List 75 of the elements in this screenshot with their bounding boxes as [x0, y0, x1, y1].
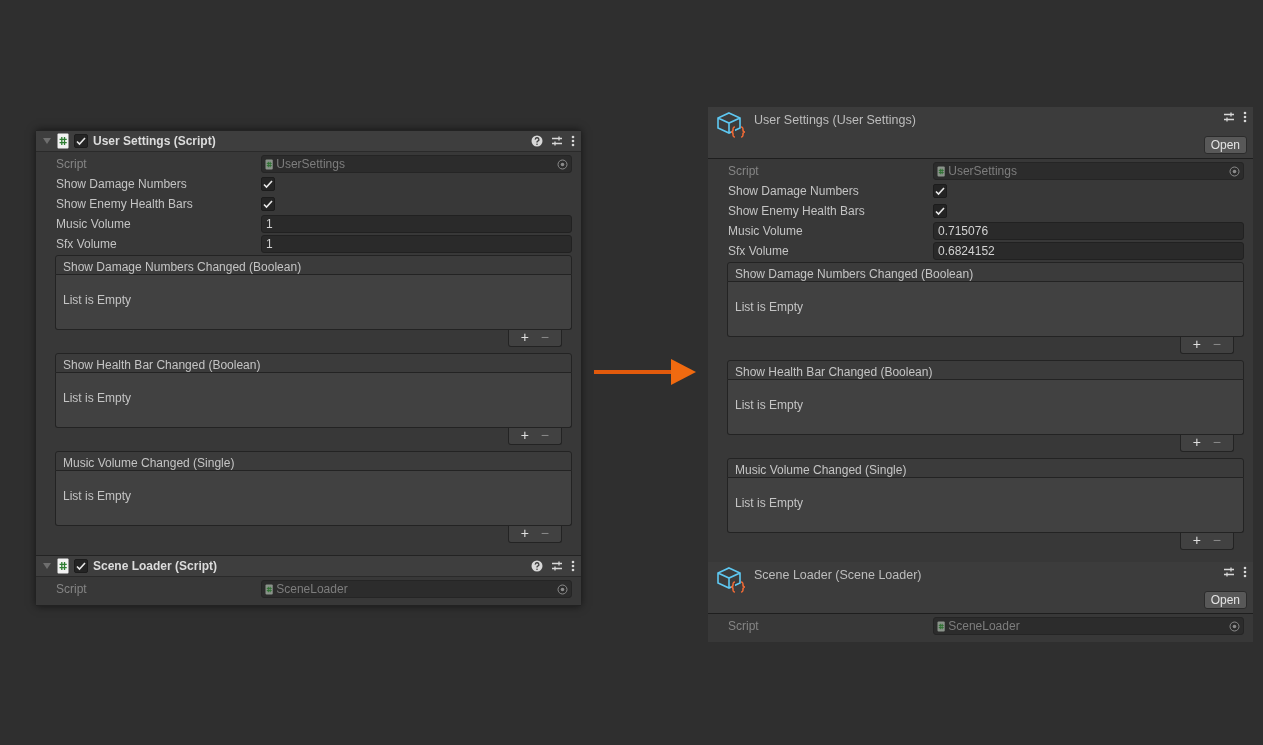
add-button[interactable]: +	[516, 526, 533, 541]
more-options-icon[interactable]	[571, 560, 575, 572]
field-value: SceneLoader	[276, 581, 349, 598]
field-label: Music Volume	[728, 223, 804, 240]
script-file-icon	[265, 158, 274, 170]
right-arrow-icon	[593, 357, 696, 387]
empty-list-text: List is Empty	[735, 496, 803, 510]
add-button[interactable]: +	[1188, 337, 1205, 352]
script-file-icon	[937, 165, 946, 177]
cube-braces-icon	[716, 111, 746, 141]
field-label: Script	[728, 618, 760, 635]
event-header: Music Volume Changed (Single)	[55, 451, 572, 471]
enable-checkbox[interactable]	[74, 134, 88, 148]
add-button[interactable]: +	[516, 428, 533, 443]
number-field[interactable]: 1	[261, 215, 572, 233]
field-label: Script	[56, 581, 88, 598]
empty-list-text: List is Empty	[735, 398, 803, 412]
event-header: Show Health Bar Changed (Boolean)	[55, 353, 572, 373]
field-label: Music Volume	[56, 216, 132, 233]
field-label: Show Damage Numbers	[728, 183, 860, 200]
open-button[interactable]: Open	[1203, 591, 1247, 609]
remove-button[interactable]: −	[1208, 435, 1225, 450]
empty-list-text: List is Empty	[63, 391, 131, 405]
open-button[interactable]: Open	[1203, 136, 1247, 154]
field-value: UserSettings	[948, 163, 1018, 180]
asset-title: Scene Loader (Scene Loader)	[754, 567, 923, 584]
cube-braces-icon	[716, 566, 746, 596]
empty-list-text: List is Empty	[735, 300, 803, 314]
field-label: Sfx Volume	[56, 236, 118, 253]
remove-button[interactable]: −	[536, 526, 553, 541]
asset-title: User Settings (User Settings)	[754, 112, 917, 129]
field-label: Script	[728, 163, 760, 180]
empty-list-text: List is Empty	[63, 489, 131, 503]
component-title: User Settings (Script)	[93, 133, 216, 150]
remove-button[interactable]: −	[536, 330, 553, 345]
checkbox[interactable]	[261, 197, 275, 211]
empty-list-text: List is Empty	[63, 293, 131, 307]
field-label: Sfx Volume	[728, 243, 790, 260]
number-field[interactable]: 0.6824152	[933, 242, 1244, 260]
more-options-icon[interactable]	[571, 135, 575, 147]
event-header: Show Health Bar Changed (Boolean)	[727, 360, 1244, 380]
event-header: Show Damage Numbers Changed (Boolean)	[55, 255, 572, 275]
field-label: Script	[56, 156, 88, 173]
sliders-icon[interactable]	[551, 135, 563, 147]
event-header: Music Volume Changed (Single)	[727, 458, 1244, 478]
help-icon[interactable]	[531, 560, 543, 572]
number-field[interactable]: 0.715076	[933, 222, 1244, 240]
enable-checkbox[interactable]	[74, 559, 88, 573]
script-file-icon	[57, 133, 69, 149]
remove-button[interactable]: −	[1208, 533, 1225, 548]
checkbox[interactable]	[261, 177, 275, 191]
script-file-icon	[57, 558, 69, 574]
sliders-icon[interactable]	[1223, 566, 1235, 578]
remove-button[interactable]: −	[1208, 337, 1225, 352]
field-value: UserSettings	[276, 156, 346, 173]
add-button[interactable]: +	[1188, 435, 1205, 450]
field-label: Show Enemy Health Bars	[728, 203, 866, 220]
add-button[interactable]: +	[1188, 533, 1205, 548]
help-icon[interactable]	[531, 135, 543, 147]
field-label: Show Enemy Health Bars	[56, 196, 194, 213]
more-options-icon[interactable]	[1243, 566, 1247, 578]
number-field[interactable]: 1	[261, 235, 572, 253]
more-options-icon[interactable]	[1243, 111, 1247, 123]
event-header: Show Damage Numbers Changed (Boolean)	[727, 262, 1244, 282]
field-label: Show Damage Numbers	[56, 176, 188, 193]
sliders-icon[interactable]	[1223, 111, 1235, 123]
script-file-icon	[937, 620, 946, 632]
add-button[interactable]: +	[516, 330, 533, 345]
checkbox[interactable]	[933, 184, 947, 198]
sliders-icon[interactable]	[551, 560, 563, 572]
checkbox[interactable]	[933, 204, 947, 218]
field-value: SceneLoader	[948, 618, 1021, 635]
script-file-icon	[265, 583, 274, 595]
component-title: Scene Loader (Script)	[93, 558, 218, 575]
remove-button[interactable]: −	[536, 428, 553, 443]
